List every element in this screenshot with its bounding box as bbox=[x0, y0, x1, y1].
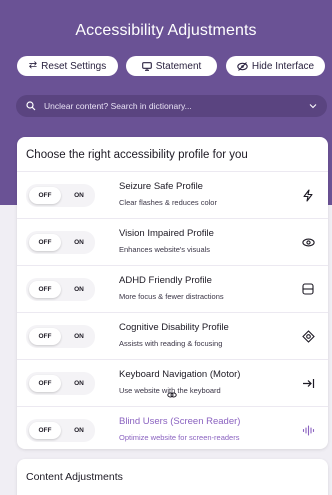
lightning-icon bbox=[300, 187, 316, 203]
profile-title: Keyboard Navigation (Motor) bbox=[119, 369, 241, 380]
profile-title: Vision Impaired Profile bbox=[119, 228, 214, 239]
toggle-on[interactable]: ON bbox=[66, 187, 92, 204]
blind-users-toggle[interactable]: OFF ON bbox=[26, 419, 95, 442]
profiles-card: Choose the right accessibility profile f… bbox=[17, 137, 328, 449]
arrow-to-bar-icon bbox=[300, 375, 316, 391]
cognitive-disability-toggle[interactable]: OFF ON bbox=[26, 325, 95, 348]
chevron-down-icon[interactable] bbox=[309, 103, 317, 109]
statement-label: Statement bbox=[155, 60, 202, 72]
toggle-off[interactable]: OFF bbox=[29, 328, 61, 345]
panel-title: Accessibility Adjustments bbox=[75, 22, 257, 39]
profile-desc: Optimize website for screen-readers bbox=[119, 433, 240, 442]
profile-title: Cognitive Disability Profile bbox=[119, 322, 229, 333]
statement-button[interactable]: Statement bbox=[126, 56, 217, 76]
toggle-off[interactable]: OFF bbox=[29, 281, 61, 298]
hide-interface-button[interactable]: Hide Interface bbox=[226, 56, 325, 76]
audio-wave-icon bbox=[300, 422, 316, 438]
eye-icon bbox=[300, 234, 316, 250]
toggle-off[interactable]: OFF bbox=[29, 422, 61, 439]
header-actions: ⇄ Reset Settings Statement Hide Interfac… bbox=[17, 56, 325, 76]
hide-interface-label: Hide Interface bbox=[251, 60, 315, 72]
profile-desc: Clear flashes & reduces color bbox=[119, 198, 217, 207]
profile-title: Blind Users (Screen Reader) bbox=[119, 416, 241, 427]
profile-row-adhd-friendly: OFF ON ADHD Friendly Profile More focus … bbox=[17, 265, 328, 312]
search-input[interactable]: Unclear content? Search in dictionary... bbox=[44, 101, 192, 111]
content-adjustments-title: Content Adjustments bbox=[26, 471, 123, 483]
dictionary-search[interactable]: Unclear content? Search in dictionary... bbox=[16, 95, 327, 117]
profile-row-blind-users: OFF ON Blind Users (Screen Reader) Optim… bbox=[17, 406, 328, 453]
toggle-on[interactable]: ON bbox=[66, 422, 92, 439]
profile-row-vision-impaired: OFF ON Vision Impaired Profile Enhances … bbox=[17, 218, 328, 265]
profile-desc: More focus & fewer distractions bbox=[119, 292, 224, 301]
statement-icon bbox=[141, 61, 152, 71]
content-adjustments-card: Content Adjustments bbox=[17, 459, 328, 495]
keyboard-navigation-toggle[interactable]: OFF ON bbox=[26, 372, 95, 395]
toggle-off[interactable]: OFF bbox=[29, 375, 61, 392]
reset-settings-label: Reset Settings bbox=[41, 60, 107, 72]
profile-title: ADHD Friendly Profile bbox=[119, 275, 212, 286]
toggle-off[interactable]: OFF bbox=[29, 234, 61, 251]
toggle-on[interactable]: ON bbox=[66, 234, 92, 251]
toggle-off[interactable]: OFF bbox=[29, 187, 61, 204]
profile-desc: Enhances website's visuals bbox=[119, 245, 211, 254]
toggle-on[interactable]: ON bbox=[66, 328, 92, 345]
search-icon bbox=[26, 101, 36, 111]
profile-row-seizure-safe: OFF ON Seizure Safe Profile Clear flashe… bbox=[17, 171, 328, 218]
profile-row-cognitive-disability: OFF ON Cognitive Disability Profile Assi… bbox=[17, 312, 328, 359]
seizure-safe-toggle[interactable]: OFF ON bbox=[26, 184, 95, 207]
reset-icon: ⇄ bbox=[28, 60, 38, 71]
toggle-on[interactable]: ON bbox=[66, 375, 92, 392]
reset-settings-button[interactable]: ⇄ Reset Settings bbox=[17, 56, 118, 76]
eye-off-icon bbox=[237, 61, 248, 71]
profile-title: Seizure Safe Profile bbox=[119, 181, 203, 192]
profile-desc: Assists with reading & focusing bbox=[119, 339, 223, 348]
vision-impaired-toggle[interactable]: OFF ON bbox=[26, 231, 95, 254]
adhd-friendly-toggle[interactable]: OFF ON bbox=[26, 278, 95, 301]
profiles-title: Choose the right accessibility profile f… bbox=[26, 149, 248, 161]
focus-frame-icon bbox=[300, 281, 316, 297]
link-icon bbox=[167, 391, 177, 399]
target-icon bbox=[300, 328, 316, 344]
toggle-on[interactable]: ON bbox=[66, 281, 92, 298]
